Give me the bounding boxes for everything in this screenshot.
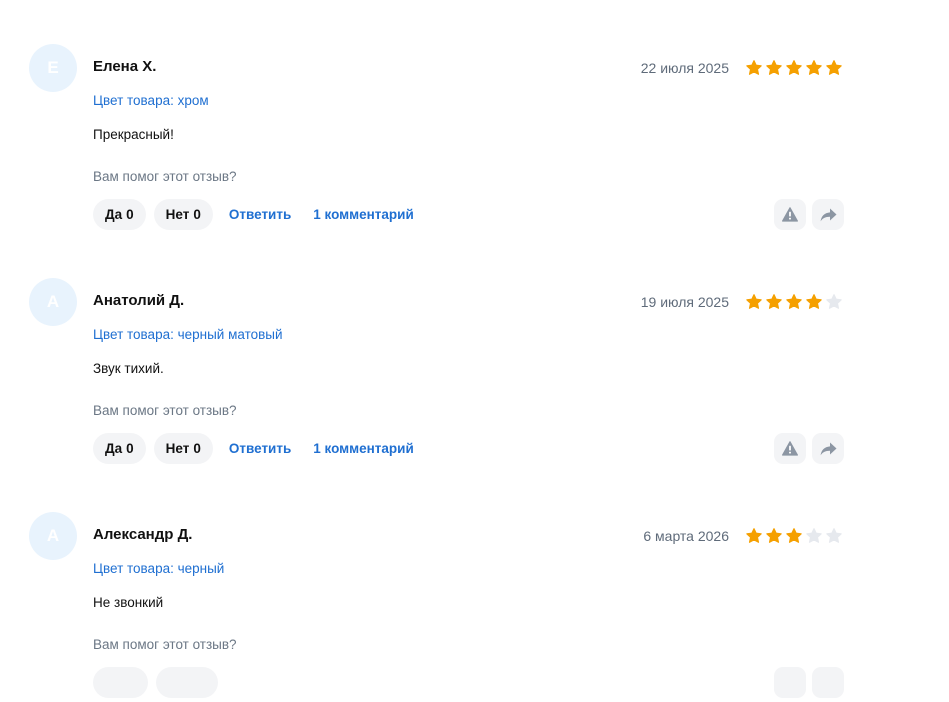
star-empty-icon — [806, 528, 822, 543]
star-empty-icon — [826, 528, 842, 543]
share-button[interactable] — [812, 199, 844, 230]
rating-stars — [745, 293, 843, 311]
helpful-no-button[interactable]: Нет 0 — [153, 199, 213, 230]
star-filled-icon — [746, 528, 762, 543]
helpful-no-button[interactable] — [156, 667, 218, 698]
review-date: 6 марта 2026 — [643, 528, 729, 544]
report-button[interactable] — [774, 433, 806, 464]
helpful-question: Вам помог этот отзыв? — [93, 169, 237, 184]
star-filled-icon — [766, 294, 782, 309]
star-filled-icon — [806, 60, 822, 75]
avatar: Е — [29, 44, 77, 92]
review-date: 19 июля 2025 — [640, 294, 729, 310]
warning-triangle-icon — [782, 207, 798, 222]
review-card: А Анатолий Д. 19 июля 2025 Цвет товара: … — [0, 234, 949, 468]
product-variant: Цвет товара: черный матовый — [93, 327, 283, 342]
star-filled-icon — [786, 60, 802, 75]
rating-stars — [745, 59, 843, 77]
helpful-yes-button[interactable]: Да 0 — [93, 433, 146, 464]
report-button[interactable] — [774, 667, 806, 698]
review-actions — [93, 667, 226, 698]
comments-link[interactable]: 1 комментарий — [313, 207, 414, 222]
helpful-question: Вам помог этот отзыв? — [93, 637, 237, 652]
star-filled-icon — [786, 294, 802, 309]
review-card: Е Елена Х. 22 июля 2025 Цвет товара: хро… — [0, 0, 949, 234]
yes-label: Да — [105, 207, 123, 222]
star-filled-icon — [826, 60, 842, 75]
no-label: Нет — [165, 207, 190, 222]
report-button[interactable] — [774, 199, 806, 230]
review-author: Анатолий Д. — [93, 292, 185, 309]
share-button[interactable] — [812, 433, 844, 464]
share-arrow-icon — [820, 208, 836, 221]
share-arrow-icon — [820, 442, 836, 455]
star-filled-icon — [746, 60, 762, 75]
yes-count: 0 — [126, 207, 134, 222]
no-count: 0 — [193, 441, 201, 456]
comments-link[interactable]: 1 комментарий — [313, 441, 414, 456]
review-text: Звук тихий. — [93, 361, 164, 376]
review-actions: Да 0 Нет 0 Ответить 1 комментарий — [93, 199, 426, 230]
reply-link[interactable]: Ответить — [229, 441, 291, 456]
helpful-yes-button[interactable] — [93, 667, 148, 698]
star-filled-icon — [766, 60, 782, 75]
no-count: 0 — [193, 207, 201, 222]
star-empty-icon — [826, 294, 842, 309]
share-button[interactable] — [812, 667, 844, 698]
review-text: Не звонкий — [93, 595, 164, 610]
product-variant: Цвет товара: черный — [93, 561, 225, 576]
star-filled-icon — [806, 294, 822, 309]
yes-label: Да — [105, 441, 123, 456]
yes-count: 0 — [126, 441, 134, 456]
no-label: Нет — [165, 441, 190, 456]
review-date: 22 июля 2025 — [640, 60, 729, 76]
helpful-no-button[interactable]: Нет 0 — [153, 433, 213, 464]
warning-triangle-icon — [782, 441, 798, 456]
review-author: Елена Х. — [93, 58, 157, 75]
review-card: А Александр Д. 6 марта 2026 Цвет товара:… — [0, 468, 949, 702]
avatar: А — [29, 512, 77, 560]
helpful-question: Вам помог этот отзыв? — [93, 403, 237, 418]
review-author: Александр Д. — [93, 526, 193, 543]
review-actions: Да 0 Нет 0 Ответить 1 комментарий — [93, 433, 426, 464]
review-text: Прекрасный! — [93, 127, 174, 142]
star-filled-icon — [766, 528, 782, 543]
avatar: А — [29, 278, 77, 326]
helpful-yes-button[interactable]: Да 0 — [93, 199, 146, 230]
star-filled-icon — [746, 294, 762, 309]
reviews-list: Е Елена Х. 22 июля 2025 Цвет товара: хро… — [0, 0, 949, 698]
rating-stars — [745, 527, 843, 545]
product-variant: Цвет товара: хром — [93, 93, 209, 108]
star-filled-icon — [786, 528, 802, 543]
reply-link[interactable]: Ответить — [229, 207, 291, 222]
